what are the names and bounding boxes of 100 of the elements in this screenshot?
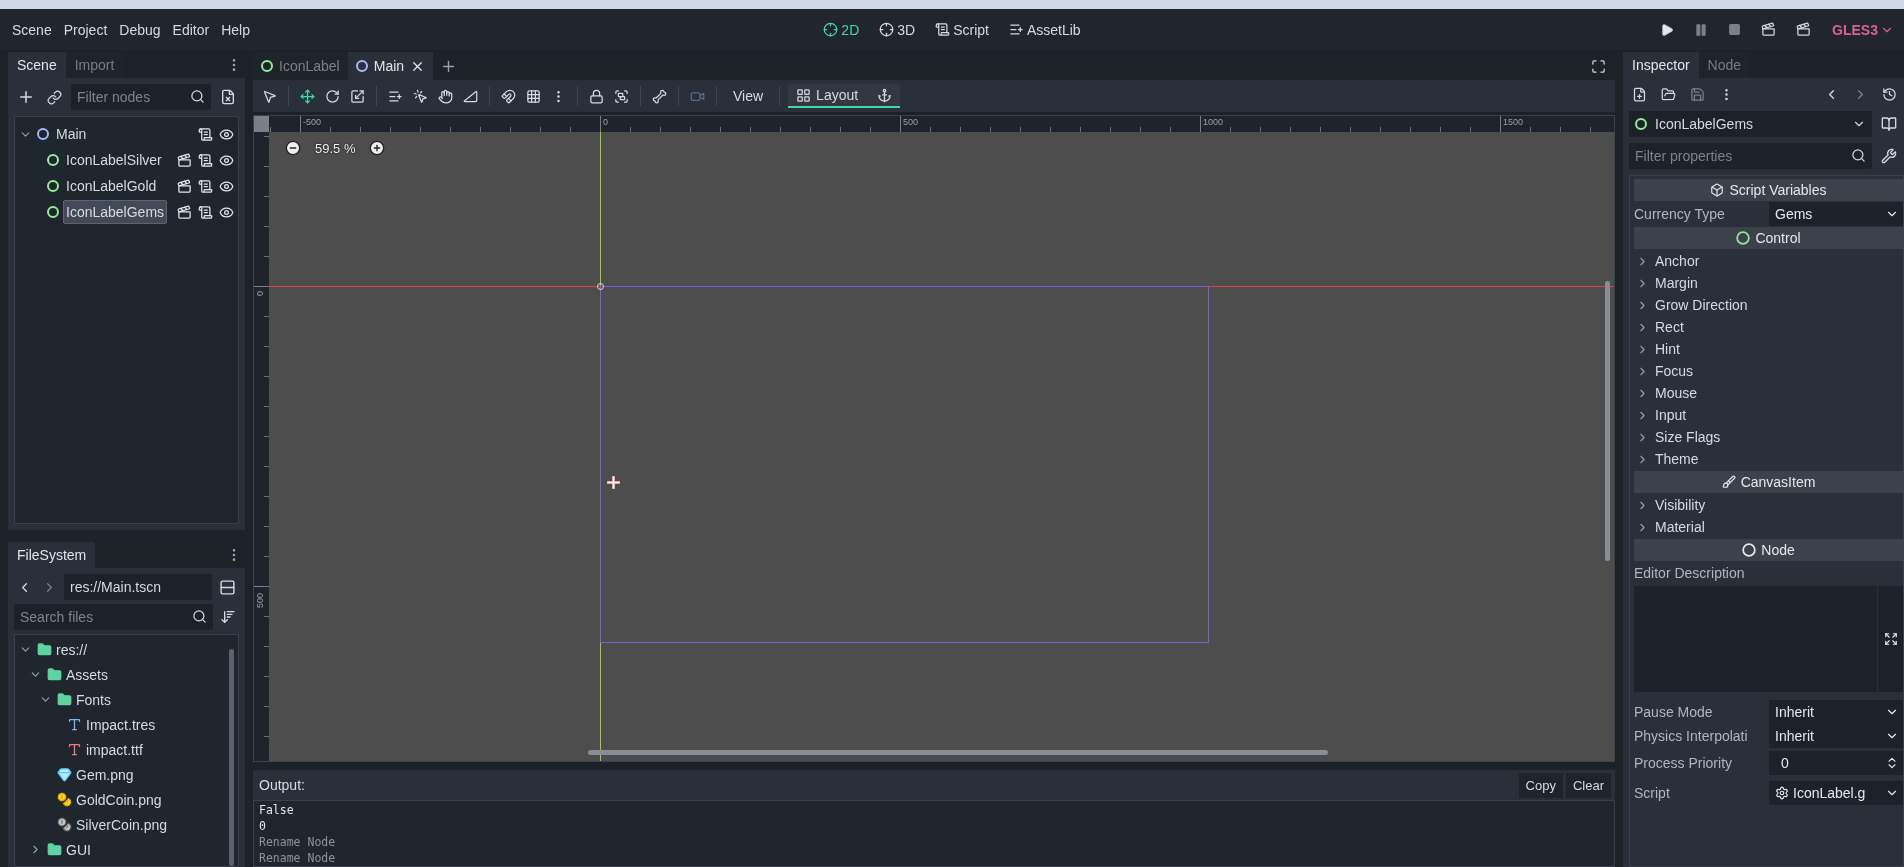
property-group[interactable]: Margin	[1634, 272, 1903, 294]
object-selector[interactable]: IconLabelGems	[1629, 111, 1872, 137]
fullscreen-icon	[1591, 58, 1606, 74]
property-group[interactable]: Rect	[1634, 316, 1903, 338]
filter-properties-field[interactable]: Filter properties	[1629, 143, 1872, 169]
log-line: Rename Node	[259, 850, 337, 866]
ruler-label: 500	[255, 592, 265, 608]
play-icon	[1660, 22, 1675, 37]
font-icon	[67, 717, 82, 732]
file-tree-item[interactable]: Assets	[66, 666, 108, 683]
menu-item[interactable]: Debug	[113, 17, 167, 42]
property-group[interactable]: Theme	[1634, 448, 1903, 470]
ruler-label: 0	[255, 291, 265, 296]
dock-tab[interactable]: FileSystem	[8, 542, 96, 568]
file-tree-item[interactable]: Impact.tres	[86, 716, 156, 733]
property-group[interactable]: Mouse	[1634, 382, 1903, 404]
file-tree-item[interactable]: GoldCoin.png	[76, 791, 162, 808]
property-group[interactable]: Grow Direction	[1634, 294, 1903, 316]
section-title: Node	[1761, 542, 1795, 558]
renderer-dropdown[interactable]: GLES3	[1828, 19, 1898, 40]
editor-tab[interactable]: Main	[347, 52, 434, 80]
script-icon	[198, 152, 213, 168]
workspace-button[interactable]: Script	[929, 17, 995, 42]
file-tree-item[interactable]: res://	[56, 641, 88, 658]
output-button[interactable]: Copy	[1518, 772, 1563, 798]
grid-icon	[526, 88, 541, 104]
coin-icon	[57, 817, 72, 832]
filter-nodes-field[interactable]: Filter nodes	[71, 84, 211, 110]
output-title: Output:	[259, 777, 305, 793]
property-group[interactable]: Focus	[1634, 360, 1903, 382]
history-icon	[1882, 87, 1897, 102]
section-title: CanvasItem	[1740, 474, 1816, 490]
property-group[interactable]: Anchor	[1634, 250, 1903, 272]
vertical-scrollbar[interactable]	[1605, 281, 1610, 561]
dropdown-field[interactable]: Inherit	[1769, 700, 1903, 724]
scale-icon	[350, 88, 365, 104]
dropdown-field[interactable]: Inherit	[1769, 724, 1903, 748]
layout-menu[interactable]: Layout	[788, 84, 901, 108]
dock-tab[interactable]: Scene	[8, 52, 66, 78]
section-title: Script Variables	[1729, 182, 1827, 198]
scene-tree-item[interactable]: IconLabelGems	[63, 200, 168, 224]
log-line: Rename Node	[259, 834, 337, 850]
workspace-button[interactable]: 2D	[817, 17, 866, 42]
resource-field[interactable]: IconLabel.g	[1769, 781, 1903, 805]
property-group[interactable]: Hint	[1634, 338, 1903, 360]
horizontal-scrollbar[interactable]	[588, 750, 1328, 755]
ruler-label: 500	[903, 117, 919, 127]
scene-tree-item[interactable]: IconLabelSilver	[63, 148, 165, 172]
search-files-field[interactable]: Search files	[14, 604, 213, 630]
workspace-button[interactable]: 3D	[873, 17, 922, 42]
visibility-eye-icon	[219, 178, 234, 194]
file-tree-item[interactable]: impact.ttf	[86, 741, 143, 758]
scrollbar[interactable]	[229, 649, 234, 866]
zoom-out-icon	[285, 140, 301, 156]
ruler-corner	[254, 116, 269, 132]
magnet-icon	[501, 88, 516, 104]
scene-tree-item[interactable]: Main	[53, 122, 90, 146]
workspace-icon	[1008, 22, 1024, 37]
property-group[interactable]: Material	[1634, 516, 1903, 538]
dropdown-field[interactable]: Gems	[1769, 202, 1903, 226]
property-group[interactable]: Size Flags	[1634, 426, 1903, 448]
path-field[interactable]: res://Main.tscn	[64, 574, 212, 600]
folder-icon	[47, 667, 62, 682]
ruler-label: -500	[303, 117, 321, 127]
scene-tree-item[interactable]: IconLabelGold	[63, 174, 160, 198]
coin-icon	[57, 792, 72, 807]
file-tree-item[interactable]: GUI	[66, 841, 91, 858]
sort-icon	[220, 609, 236, 625]
property-label: Editor Description	[1634, 564, 1746, 583]
ruler-label: 1500	[1503, 117, 1524, 127]
view-menu[interactable]: View	[725, 84, 772, 108]
dock-tab[interactable]: Inspector	[1623, 52, 1699, 78]
property-group[interactable]: Visibility	[1634, 494, 1903, 516]
property-group[interactable]: Input	[1634, 404, 1903, 426]
zoom-in-icon	[369, 140, 386, 156]
ruler-label: 1000	[1203, 117, 1224, 127]
script-icon	[198, 204, 213, 220]
log-line: False	[259, 802, 295, 818]
two-rows-icon	[219, 578, 236, 596]
menu-item[interactable]: Scene	[6, 17, 58, 42]
ruler-label: 0	[603, 117, 608, 127]
file-tree-item[interactable]: Fonts	[76, 691, 111, 708]
menu-item[interactable]: Help	[215, 17, 256, 42]
visibility-eye-icon	[219, 152, 234, 168]
number-field[interactable]: 0	[1769, 751, 1903, 775]
file-tree-item[interactable]: SilverCoin.png	[76, 816, 168, 833]
expand-button[interactable]	[1877, 586, 1903, 692]
file-tree-item[interactable]: Gem.png	[76, 766, 134, 783]
hand-icon	[438, 88, 453, 104]
search-icon	[190, 89, 205, 104]
zoom-out-button[interactable]	[285, 140, 301, 156]
group-icon	[614, 88, 629, 104]
property-label: Physics Interpolati	[1634, 728, 1749, 744]
output-button[interactable]: Clear	[1565, 772, 1611, 798]
menu-item[interactable]: Editor	[166, 17, 216, 42]
zoom-level: 59.5 %	[315, 140, 356, 156]
zoom-in-button[interactable]	[369, 140, 386, 156]
workspace-button[interactable]: AssetLib	[1002, 17, 1087, 42]
menu-item[interactable]: Project	[57, 17, 114, 42]
lock-icon	[589, 88, 604, 104]
